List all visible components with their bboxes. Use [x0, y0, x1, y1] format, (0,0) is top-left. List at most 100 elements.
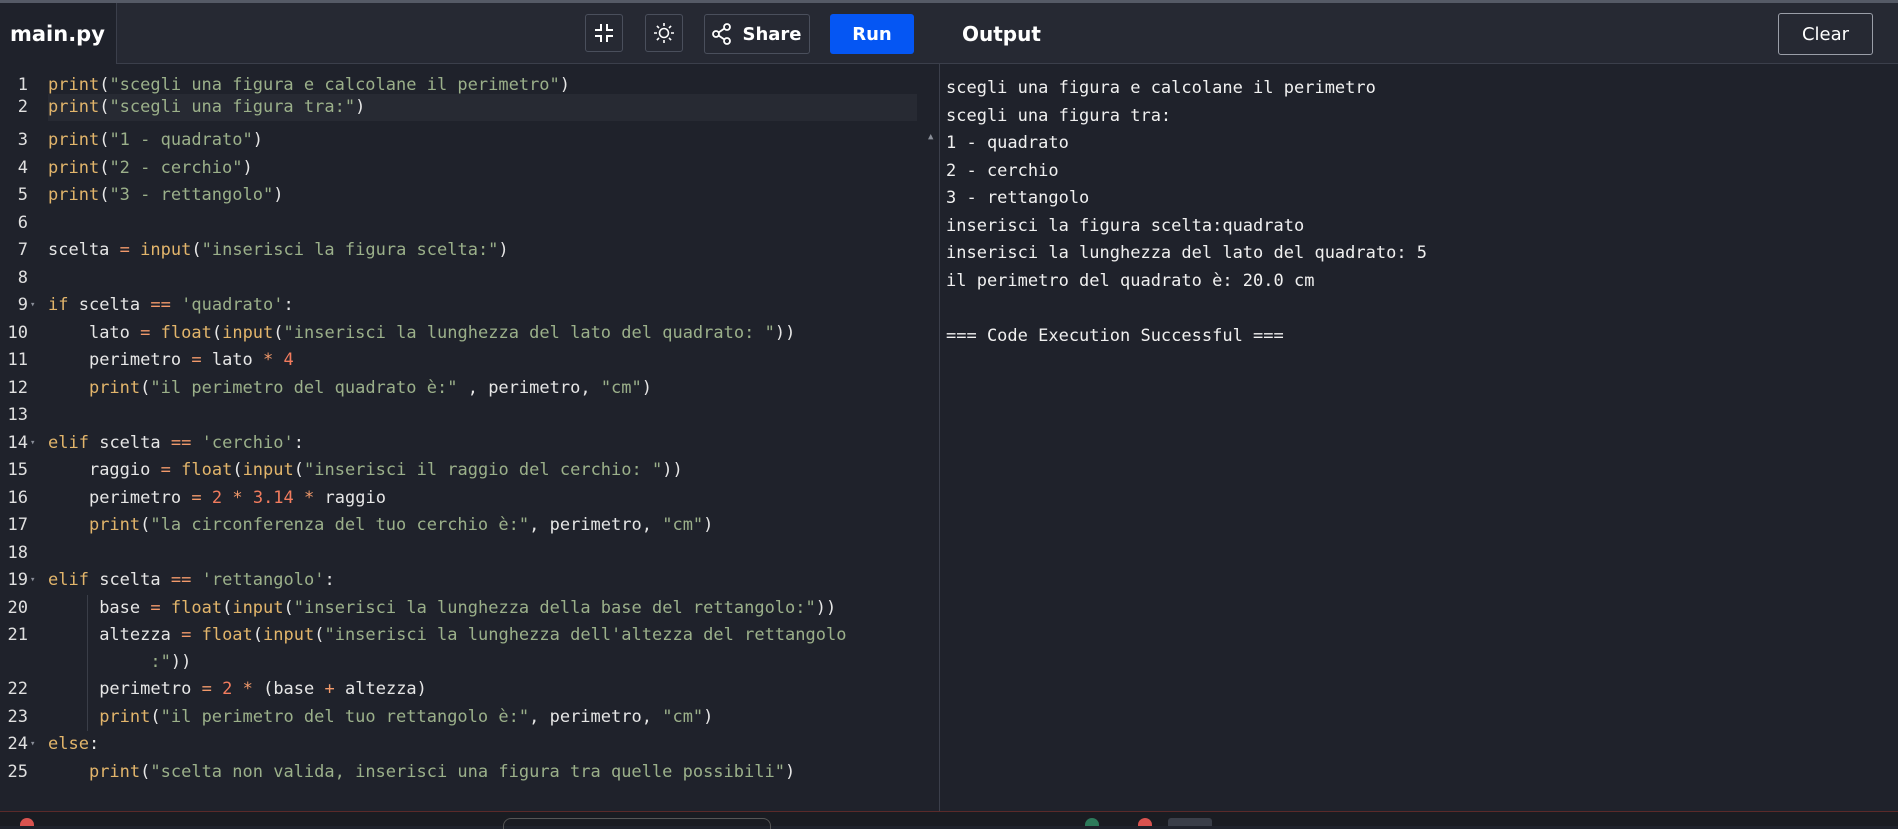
- code-line[interactable]: 9 ▾ if scelta == 'quadrato':: [0, 292, 939, 319]
- code-line[interactable]: 20 base = float(input("inserisci la lung…: [0, 595, 939, 622]
- fold-toggle-icon[interactable]: ▾: [30, 292, 35, 319]
- output-line: 1 - quadrato: [946, 133, 1069, 153]
- taskbar-search[interactable]: [503, 818, 771, 829]
- fold-toggle-icon[interactable]: ▾: [30, 430, 35, 457]
- line-number: 14: [7, 432, 28, 453]
- code-line[interactable]: 21 altezza = float(input("inserisci la l…: [0, 622, 939, 676]
- line-number: 9: [17, 295, 28, 315]
- line-number: 13: [7, 405, 28, 425]
- line-number: 21: [7, 625, 28, 645]
- line-number: 12: [7, 377, 28, 398]
- code-text: print("il perimetro del quadrato è:" , p…: [88, 377, 653, 398]
- editor-header: main.py Share Run Output Clear: [0, 3, 1898, 64]
- code-line[interactable]: 17 print("la circonferenza del tuo cerch…: [0, 512, 939, 539]
- taskbar: [0, 811, 1898, 829]
- output-line: scegli una figura tra:: [946, 105, 1172, 126]
- line-number: 11: [7, 350, 28, 370]
- code-text: perimetro = 2 * 3.14 * raggio: [88, 487, 386, 508]
- code-line[interactable]: 2 print("scegli una figura tra:"): [0, 94, 939, 121]
- code-text: raggio = float(input("inserisci il raggi…: [88, 460, 683, 480]
- code-line[interactable]: 16 perimetro = 2 * 3.14 * raggio: [0, 485, 939, 512]
- code-text: else:: [48, 734, 100, 754]
- run-button[interactable]: Run: [830, 14, 914, 54]
- code-line[interactable]: 24 ▾ else:: [0, 731, 939, 758]
- line-number: 5: [17, 185, 28, 205]
- code-text: scelta = input("inserisci la figura scel…: [48, 240, 509, 260]
- code-text: base = float(input("inserisci la lunghez…: [99, 597, 837, 618]
- code-text: elif scelta == 'cerchio':: [48, 432, 304, 453]
- line-number: 25: [7, 761, 28, 782]
- line-number: 2: [17, 97, 28, 117]
- code-line[interactable]: 7 scelta = input("inserisci la figura sce…: [0, 237, 939, 264]
- fold-toggle-icon[interactable]: ▾: [30, 731, 35, 758]
- code-text: perimetro = 2 * (base + altezza): [99, 679, 427, 699]
- output-title: Output: [962, 21, 1041, 46]
- code-text: print("2 - cerchio"): [48, 157, 253, 178]
- code-line[interactable]: 3 print("1 - quadrato"): [0, 127, 939, 154]
- file-tab-label: main.py: [10, 21, 105, 46]
- line-number: 4: [17, 157, 28, 178]
- code-editor[interactable]: ▲ 1 print("scegli una figura e calcolane …: [0, 63, 939, 811]
- theme-toggle-button[interactable]: [645, 14, 683, 52]
- code-line[interactable]: 5 print("3 - rettangolo"): [0, 182, 939, 209]
- code-line[interactable]: 10 lato = float(input("inserisci la lung…: [0, 320, 939, 347]
- indent-guide: [87, 594, 88, 731]
- code-line[interactable]: 22 perimetro = 2 * (base + altezza): [0, 676, 939, 703]
- output-line: scegli una figura e calcolane il perimet…: [946, 78, 1376, 98]
- line-number: 24: [7, 734, 28, 754]
- code-line[interactable]: 13: [0, 402, 939, 429]
- code-line[interactable]: 6: [0, 210, 939, 237]
- code-line[interactable]: 23 print("il perimetro del tuo rettangol…: [0, 704, 939, 731]
- collapse-button[interactable]: [585, 14, 623, 52]
- collapse-icon: [595, 24, 613, 42]
- line-number: 7: [17, 240, 28, 260]
- line-number: 3: [17, 130, 28, 150]
- code-text: print("il perimetro del tuo rettangolo è…: [99, 706, 714, 727]
- code-line[interactable]: 15 raggio = float(input("inserisci il ra…: [0, 457, 939, 484]
- line-number: 15: [7, 460, 28, 480]
- code-line[interactable]: 11 perimetro = lato * 4: [0, 347, 939, 374]
- line-number: 19: [7, 570, 28, 590]
- code-line[interactable]: 14 ▾ elif scelta == 'cerchio':: [0, 430, 939, 457]
- output-line: 3 - rettangolo: [946, 188, 1090, 208]
- file-tab-main-py[interactable]: main.py: [0, 3, 117, 64]
- fold-toggle-icon[interactable]: ▾: [30, 567, 35, 594]
- code-text: altezza = float(input("inserisci la lung…: [99, 625, 847, 672]
- line-number: 23: [7, 706, 28, 727]
- line-number: 16: [7, 487, 28, 508]
- code-line[interactable]: 4 print("2 - cerchio"): [0, 155, 939, 182]
- line-number: 18: [7, 542, 28, 563]
- line-number: 6: [17, 212, 28, 233]
- output-line: === Code Execution Successful ===: [946, 325, 1284, 346]
- output-line: inserisci la lunghezza del lato del quad…: [946, 243, 1428, 263]
- code-line[interactable]: 19 ▾ elif scelta == 'rettangolo':: [0, 567, 939, 594]
- code-line[interactable]: 12 print("il perimetro del quadrato è:" …: [0, 375, 939, 402]
- line-number: 22: [7, 679, 28, 699]
- code-text: lato = float(input("inserisci la lunghez…: [88, 322, 796, 343]
- code-line[interactable]: 25 print("scelta non valida, inserisci u…: [0, 759, 939, 786]
- code-text: print("scegli una figura tra:"): [48, 94, 917, 121]
- code-text: print("scelta non valida, inserisci una …: [88, 761, 796, 782]
- share-button[interactable]: Share: [704, 14, 810, 54]
- code-line[interactable]: 18: [0, 540, 939, 567]
- run-label: Run: [852, 23, 892, 45]
- pane-divider[interactable]: [939, 63, 940, 811]
- code-text: if scelta == 'quadrato':: [48, 295, 294, 315]
- code-text: print("la circonferenza del tuo cerchio …: [88, 515, 714, 535]
- line-number: 17: [7, 515, 28, 535]
- clear-button[interactable]: Clear: [1778, 13, 1873, 55]
- line-number: 8: [17, 267, 28, 288]
- output-console: scegli una figura e calcolane il perimet…: [946, 63, 1886, 350]
- code-text: print("3 - rettangolo"): [48, 185, 284, 205]
- code-text: perimetro = lato * 4: [88, 350, 294, 370]
- sun-icon: [654, 23, 674, 43]
- code-line[interactable]: 8: [0, 265, 939, 292]
- code-text: elif scelta == 'rettangolo':: [48, 570, 335, 590]
- code-text: print("1 - quadrato"): [48, 130, 263, 150]
- output-line: inserisci la figura scelta:quadrato: [946, 215, 1305, 236]
- clear-label: Clear: [1801, 23, 1850, 45]
- line-number: 20: [7, 597, 28, 618]
- output-line: il perimetro del quadrato è: 20.0 cm: [946, 270, 1315, 291]
- output-line: 2 - cerchio: [946, 160, 1059, 181]
